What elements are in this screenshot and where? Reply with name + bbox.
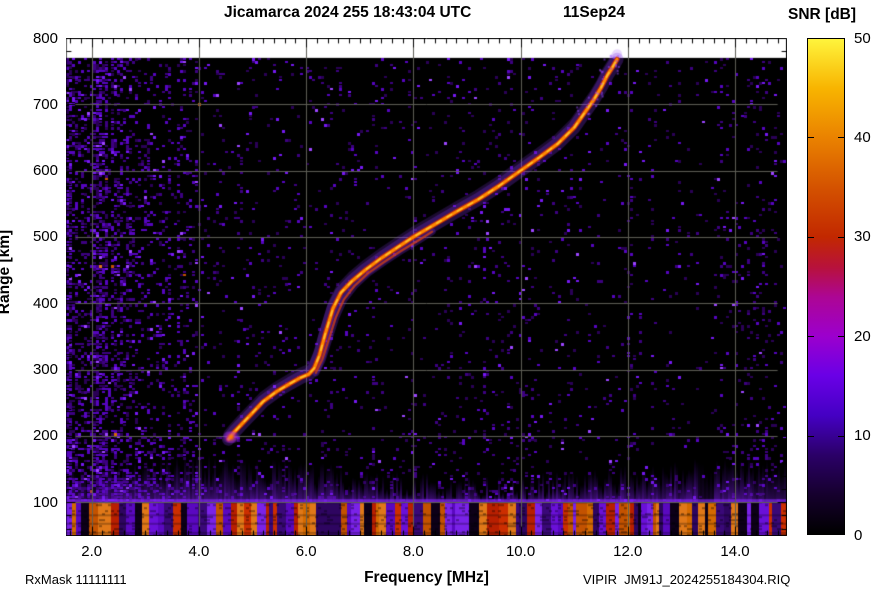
y-tick-label: 800 [32, 29, 58, 47]
y-tick-label: 700 [32, 95, 58, 113]
y-tick-label: 200 [32, 427, 58, 445]
colorbar-tick [807, 236, 814, 238]
date-label: 11Sep24 [563, 4, 626, 21]
colorbar-tick [838, 137, 845, 139]
y-tick-label: 100 [32, 493, 58, 511]
y-axis-title: Range [km] [0, 229, 13, 315]
colorbar-tick [807, 435, 814, 437]
x-tick-label: 8.0 [402, 543, 424, 560]
colorbar-title: SNR [dB] [788, 6, 857, 23]
x-tick-label: 10.0 [505, 543, 536, 560]
plot-area [66, 38, 787, 536]
y-tick-label: 600 [32, 162, 58, 180]
page-title: Jicamarca 2024 255 18:43:04 UTC [224, 4, 472, 21]
colorbar-tick-label: 50 [854, 29, 871, 47]
x-tick-label: 14.0 [720, 543, 750, 560]
x-axis-title: Frequency [MHz] [364, 569, 489, 586]
x-tick-label: 2.0 [81, 543, 103, 560]
colorbar-tick-label: 0 [854, 526, 863, 544]
x-tick-label: 6.0 [295, 543, 317, 560]
colorbar-tick-label: 40 [854, 128, 871, 146]
filename-label: VIPIR JM91J_2024255184304.RIQ [583, 572, 791, 587]
colorbar-tick [807, 137, 814, 139]
y-tick-label: 300 [32, 361, 58, 379]
rxmask-label: RxMask 11111111 [25, 572, 127, 587]
colorbar-tick [807, 336, 814, 338]
colorbar-tick-label: 10 [854, 427, 871, 445]
colorbar-tick-label: 20 [854, 327, 871, 345]
colorbar-tick-label: 30 [854, 228, 871, 246]
x-tick-label: 4.0 [188, 543, 210, 560]
y-tick-label: 400 [32, 294, 58, 312]
ionogram-page: Jicamarca 2024 255 18:43:04 UTC 11Sep24 … [0, 0, 874, 595]
ionogram-heatmap [66, 38, 787, 536]
colorbar-tick [838, 435, 845, 437]
y-tick-label: 500 [32, 228, 58, 246]
x-tick-label: 12.0 [613, 543, 643, 560]
colorbar-tick [838, 336, 845, 338]
snr-colorbar [807, 38, 845, 535]
colorbar-tick [838, 236, 845, 238]
